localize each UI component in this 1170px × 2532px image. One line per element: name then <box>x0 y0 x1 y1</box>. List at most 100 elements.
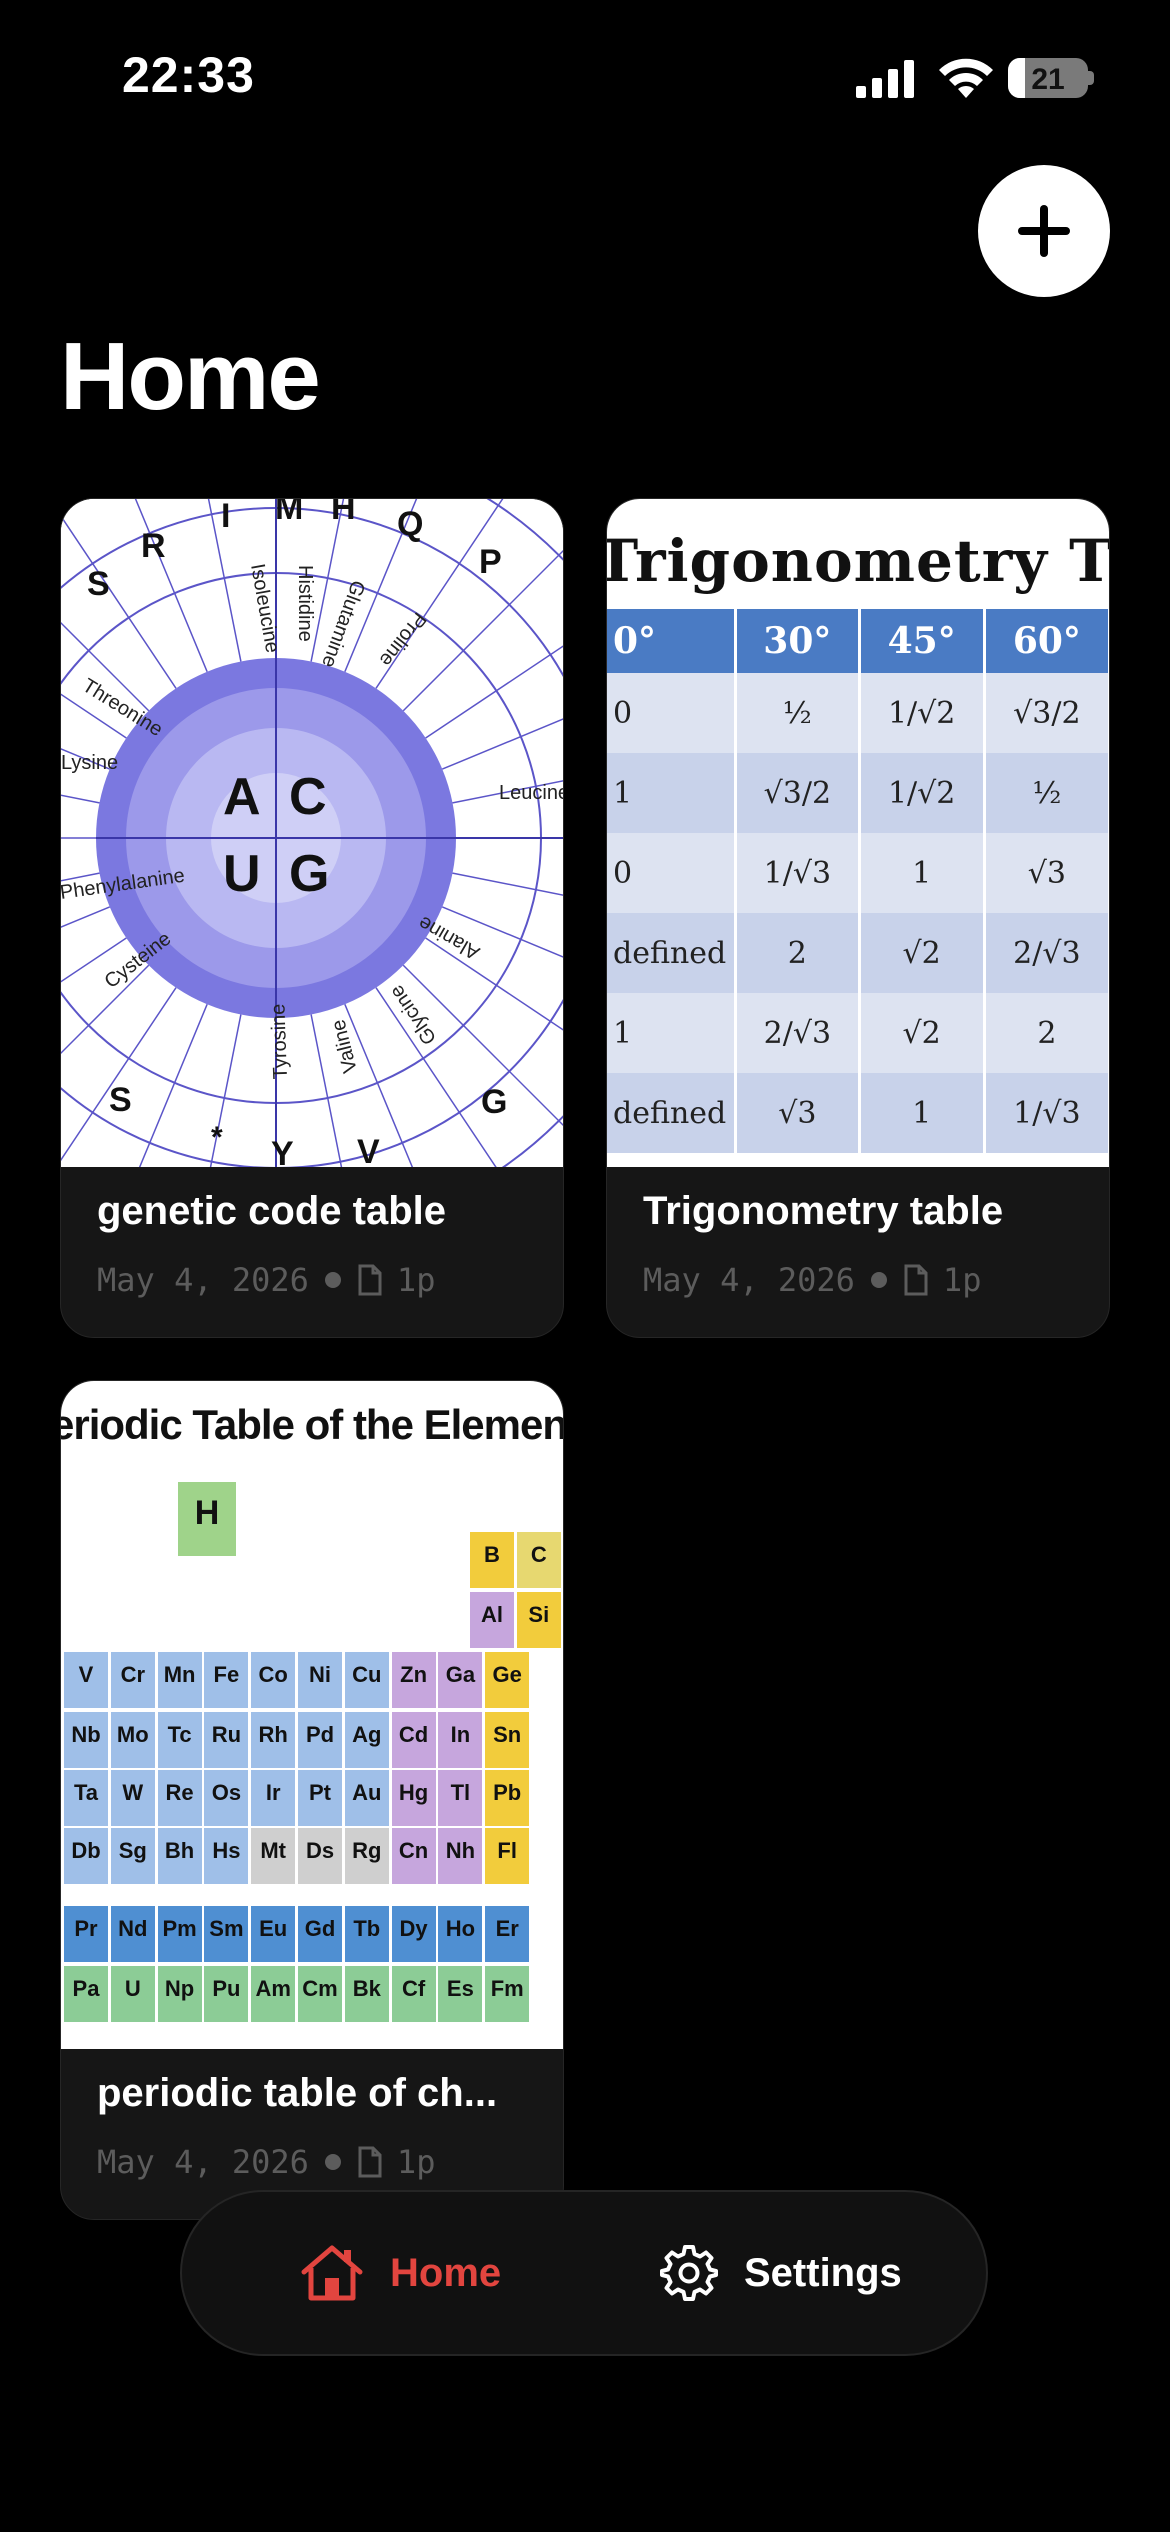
wifi-icon <box>939 58 993 98</box>
card-title: periodic table of ch... <box>97 2071 498 2115</box>
legend-cell: H <box>177 1481 237 1557</box>
svg-text:P: P <box>479 543 502 581</box>
svg-text:H: H <box>331 499 356 527</box>
element-cell: Au <box>343 1769 390 1827</box>
tab-home[interactable]: Home <box>300 2192 501 2354</box>
card-title: Trigonometry table <box>643 1189 1004 1233</box>
separator-dot <box>324 1272 341 1288</box>
document-card-periodic[interactable]: eriodic Table of the Elemen H B C Al Si V Cr M… <box>60 1380 564 2220</box>
element-cell: Ds <box>297 1827 343 1885</box>
battery-nub <box>1088 71 1094 85</box>
svg-text:S: S <box>109 1081 132 1119</box>
svg-text:V: V <box>357 1133 380 1167</box>
card-pages: 1p <box>942 1261 982 1299</box>
element-cell: Si <box>515 1591 562 1649</box>
gear-icon <box>660 2245 718 2301</box>
element-cell: V <box>63 1651 109 1709</box>
trig-title: Trigonometry Table <box>607 527 1109 595</box>
element-cell: Cd <box>390 1711 437 1769</box>
element-cell: Hg <box>390 1769 437 1827</box>
card-date: May 4, 2026 <box>97 1261 309 1299</box>
element-cell: Ru <box>203 1711 250 1769</box>
element-cell: Tl <box>437 1769 484 1827</box>
element-cell: Db <box>63 1827 109 1885</box>
element-cell: Es <box>437 1965 484 2023</box>
element-cell: Fe <box>203 1651 250 1709</box>
nucleotide-u: U <box>223 845 261 903</box>
card-title: genetic code table <box>97 1189 446 1233</box>
svg-text:R: R <box>141 527 166 565</box>
element-cell: Hs <box>203 1827 250 1885</box>
separator-dot <box>324 2154 341 2170</box>
status-time: 22:33 <box>122 47 255 103</box>
card-thumbnail: Trigonometry Table 0° 30° 45° 60° 0½1/√2… <box>607 499 1109 1167</box>
periodic-title: eriodic Table of the Elemen <box>61 1401 564 1448</box>
element-cell: Bh <box>156 1827 203 1885</box>
element-cell: Cm <box>297 1965 343 2023</box>
element-cell: Mn <box>156 1651 203 1709</box>
card-pages: 1p <box>396 1261 436 1299</box>
page-icon <box>358 1264 382 1296</box>
element-cell: Al <box>469 1591 515 1649</box>
element-cell: Cr <box>109 1651 156 1709</box>
element-cell: W <box>109 1769 156 1827</box>
card-meta: May 4, 2026 1p <box>643 1261 981 1299</box>
element-cell: Pm <box>156 1905 203 1963</box>
svg-text:*: * <box>211 1121 223 1154</box>
element-cell: Zn <box>390 1651 437 1709</box>
element-cell: Pt <box>297 1769 343 1827</box>
svg-text:Histidine: Histidine <box>294 565 316 642</box>
element-cell: Bk <box>343 1965 390 2023</box>
element-cell: Pd <box>297 1711 343 1769</box>
element-cell: Ta <box>63 1769 109 1827</box>
tab-settings[interactable]: Settings <box>660 2192 902 2354</box>
element-cell: Tc <box>156 1711 203 1769</box>
page-icon <box>358 2146 382 2178</box>
card-meta: May 4, 2026 1p <box>97 2143 435 2181</box>
element-cell: Pu <box>203 1965 250 2023</box>
element-cell: Rh <box>250 1711 297 1769</box>
nucleotide-g: G <box>289 845 329 903</box>
tab-settings-label: Settings <box>744 2250 902 2295</box>
element-cell: Sg <box>109 1827 156 1885</box>
svg-text:I: I <box>221 499 230 535</box>
card-thumbnail: A C U G S R I M H Q P S Y V G * Histidin… <box>61 499 563 1167</box>
svg-text:M: M <box>275 499 303 527</box>
element-cell: Np <box>156 1965 203 2023</box>
add-button[interactable] <box>978 165 1110 297</box>
element-cell: Ni <box>297 1651 343 1709</box>
element-cell: Nb <box>63 1711 109 1769</box>
element-cell: Dy <box>390 1905 437 1963</box>
element-cell: Fm <box>484 1965 531 2023</box>
element-cell: Sn <box>484 1711 531 1769</box>
element-cell: Rg <box>343 1827 390 1885</box>
card-thumbnail: eriodic Table of the Elemen H B C Al Si V Cr M… <box>61 1381 564 2049</box>
element-cell: Fl <box>484 1827 531 1885</box>
element-cell: In <box>437 1711 484 1769</box>
element-cell: Os <box>203 1769 250 1827</box>
element-cell: Nh <box>437 1827 484 1885</box>
svg-text:Tyrosine: Tyrosine <box>267 1003 292 1079</box>
element-cell: Mo <box>109 1711 156 1769</box>
element-cell: Ho <box>437 1905 484 1963</box>
document-card-trigonometry[interactable]: Trigonometry Table 0° 30° 45° 60° 0½1/√2… <box>606 498 1110 1338</box>
element-cell: U <box>109 1965 156 2023</box>
card-date: May 4, 2026 <box>97 2143 309 2181</box>
element-cell: Ir <box>250 1769 297 1827</box>
element-cell: Er <box>484 1905 531 1963</box>
tab-bar: Home Settings <box>180 2190 988 2356</box>
element-cell: Ge <box>484 1651 531 1709</box>
element-cell: Tb <box>343 1905 390 1963</box>
element-cell: Pa <box>63 1965 109 2023</box>
document-card-genetic[interactable]: A C U G S R I M H Q P S Y V G * Histidin… <box>60 498 564 1338</box>
separator-dot <box>870 1272 887 1288</box>
svg-text:Lysine: Lysine <box>61 752 118 774</box>
tab-home-label: Home <box>390 2250 502 2295</box>
trig-table: 0° 30° 45° 60° 0 ½ 1/√2 √3/2 1 √3/2 1/√2 ½ 0 1/… <box>607 609 1109 1153</box>
element-cell: Re <box>156 1769 203 1827</box>
battery-icon: 21 <box>1008 58 1088 98</box>
element-cell: Co <box>250 1651 297 1709</box>
cellular-signal-icon <box>856 60 914 98</box>
nucleotide-c: C <box>289 768 327 826</box>
element-cell: B <box>469 1531 515 1589</box>
